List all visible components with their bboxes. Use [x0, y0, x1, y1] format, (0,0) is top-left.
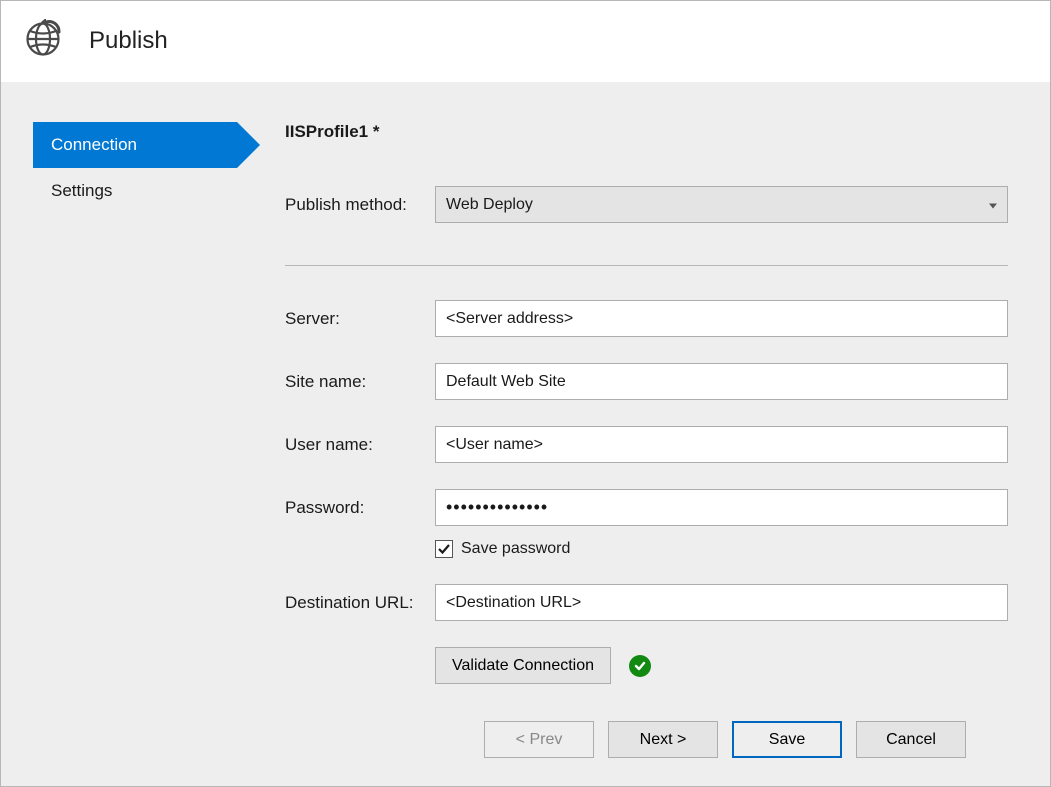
dialog-title: Publish — [89, 27, 168, 55]
publish-method-select[interactable]: Web Deploy — [435, 186, 1008, 223]
checkmark-icon — [437, 542, 451, 556]
site-name-label: Site name: — [285, 372, 435, 392]
profile-name: IISProfile1 * — [285, 122, 1008, 142]
save-button-label: Save — [769, 731, 805, 749]
save-password-label: Save password — [461, 540, 570, 558]
publish-globe-icon — [23, 19, 63, 62]
user-name-label: User name: — [285, 435, 435, 455]
next-button[interactable]: Next > — [608, 721, 718, 758]
site-name-input[interactable] — [435, 363, 1008, 400]
sidebar-item-label: Settings — [51, 181, 112, 201]
sidebar-item-connection[interactable]: Connection — [33, 122, 237, 168]
publish-method-label: Publish method: — [285, 195, 435, 215]
save-password-checkbox[interactable] — [435, 540, 453, 558]
destination-url-input[interactable] — [435, 584, 1008, 621]
prev-button[interactable]: < Prev — [484, 721, 594, 758]
password-label: Password: — [285, 498, 435, 518]
validate-connection-label: Validate Connection — [452, 657, 594, 675]
dialog-header: Publish — [1, 1, 1050, 82]
publish-dialog: Publish Connection Settings IISProfile1 … — [0, 0, 1051, 787]
sidebar-item-settings[interactable]: Settings — [33, 168, 237, 214]
password-input[interactable]: •••••••••••••• — [435, 489, 1008, 526]
cancel-button-label: Cancel — [886, 731, 936, 749]
server-input[interactable] — [435, 300, 1008, 337]
user-name-input[interactable] — [435, 426, 1008, 463]
publish-method-value: Web Deploy — [446, 196, 533, 214]
dialog-body: Connection Settings IISProfile1 * Publis… — [1, 82, 1050, 786]
server-label: Server: — [285, 309, 435, 329]
prev-button-label: < Prev — [516, 731, 563, 749]
password-mask: •••••••••••••• — [446, 497, 548, 518]
cancel-button[interactable]: Cancel — [856, 721, 966, 758]
save-button[interactable]: Save — [732, 721, 842, 758]
sidebar-item-label: Connection — [51, 135, 137, 155]
wizard-main: IISProfile1 * Publish method: Web Deploy… — [277, 122, 1008, 695]
wizard-footer: < Prev Next > Save Cancel — [33, 695, 1008, 786]
destination-url-label: Destination URL: — [285, 593, 435, 613]
wizard-sidebar: Connection Settings — [33, 122, 277, 695]
validation-success-icon — [629, 655, 651, 677]
next-button-label: Next > — [640, 731, 687, 749]
validate-connection-button[interactable]: Validate Connection — [435, 647, 611, 684]
section-divider — [285, 265, 1008, 266]
